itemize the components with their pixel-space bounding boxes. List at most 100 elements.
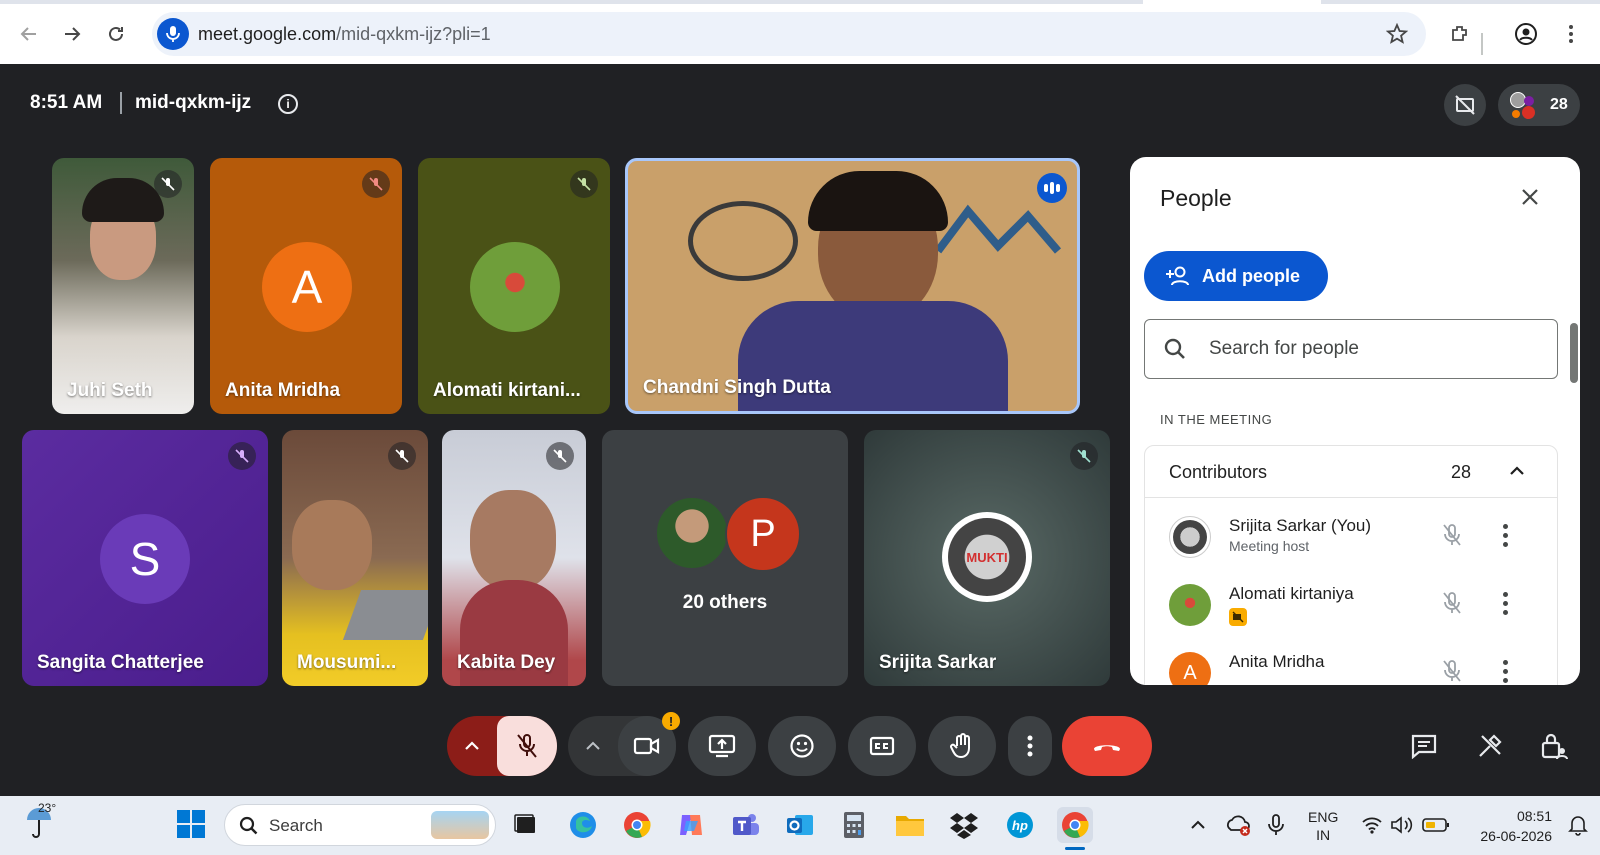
profile-icon[interactable] xyxy=(1512,20,1540,48)
more-options-icon[interactable] xyxy=(1503,592,1509,619)
participant-tile[interactable]: MUKTI Srijita Sarkar xyxy=(864,430,1110,686)
participant-name: Alomati kirtani... xyxy=(433,380,581,401)
participants-button[interactable]: 28 xyxy=(1498,84,1580,126)
camera-control-group: ! xyxy=(568,712,680,776)
mic-off-icon xyxy=(1441,658,1463,685)
microphone-tray-icon[interactable] xyxy=(1258,807,1294,843)
speaking-indicator-icon xyxy=(1037,173,1067,203)
taskbar-search[interactable]: Search xyxy=(224,804,496,846)
chevron-up-icon[interactable] xyxy=(1180,807,1216,843)
battery-icon[interactable] xyxy=(1418,807,1454,843)
reload-icon[interactable] xyxy=(102,20,130,48)
mic-options-chevron-icon[interactable] xyxy=(447,716,497,776)
url-text: meet.google.com/mid-qxkm-ijz?pli=1 xyxy=(198,24,491,45)
participant-tile[interactable]: S Sangita Chatterjee xyxy=(22,430,268,686)
mic-off-icon xyxy=(388,442,416,470)
file-explorer-task-view-icon[interactable] xyxy=(508,807,544,843)
chevron-up-icon[interactable] xyxy=(1509,464,1525,476)
reactions-button[interactable] xyxy=(768,716,836,776)
chrome-active-icon[interactable] xyxy=(1057,807,1093,850)
chat-button[interactable] xyxy=(1406,728,1442,764)
outlook-icon[interactable] xyxy=(782,807,818,843)
person-role: Meeting host xyxy=(1229,538,1310,554)
calculator-icon[interactable] xyxy=(836,807,872,843)
close-icon[interactable] xyxy=(1512,179,1548,215)
group-count: 28 xyxy=(1451,462,1472,482)
more-options-button[interactable] xyxy=(1008,716,1052,776)
hand-icon xyxy=(950,733,970,759)
people-panel: People Add people Search for people IN T… xyxy=(1130,157,1580,685)
host-controls-button[interactable] xyxy=(1536,728,1572,764)
mic-off-icon xyxy=(362,170,390,198)
clock[interactable]: 08:51 26-06-2026 xyxy=(1466,806,1552,846)
folder-icon[interactable] xyxy=(892,807,928,843)
mic-toggle-button[interactable] xyxy=(497,716,557,776)
back-arrow-icon[interactable] xyxy=(15,20,43,48)
captions-off-button[interactable] xyxy=(1444,84,1486,126)
activities-button[interactable] xyxy=(1472,728,1508,764)
participant-tile[interactable]: A Anita Mridha xyxy=(210,158,402,414)
panel-scrollbar[interactable] xyxy=(1570,323,1578,383)
start-button[interactable] xyxy=(176,809,206,844)
participant-tile[interactable]: Kabita Dey xyxy=(442,430,586,686)
mic-off-icon xyxy=(1441,522,1463,553)
avatar: P xyxy=(725,496,801,572)
region-code: IN xyxy=(1316,827,1331,843)
teams-icon[interactable] xyxy=(728,807,764,843)
participant-tile[interactable]: Alomati kirtani... xyxy=(418,158,610,414)
forward-arrow-icon[interactable] xyxy=(58,20,86,48)
present-screen-button[interactable] xyxy=(688,716,756,776)
participant-tile[interactable]: Mousumi... xyxy=(282,430,428,686)
notification-bell-icon[interactable] xyxy=(1560,807,1596,843)
copilot-icon[interactable] xyxy=(673,807,709,843)
leave-call-button[interactable] xyxy=(1062,716,1152,776)
participant-video xyxy=(688,201,798,281)
active-speaker-tile[interactable]: Chandni Singh Dutta xyxy=(625,158,1080,414)
camera-toggle-button[interactable]: ! xyxy=(618,712,680,776)
meeting-info-icon[interactable]: i xyxy=(278,94,298,114)
list-item[interactable]: Srijita Sarkar (You) Meeting host xyxy=(1145,506,1557,572)
chrome-icon[interactable] xyxy=(619,807,655,843)
captions-icon xyxy=(869,736,895,756)
search-people-input[interactable]: Search for people xyxy=(1144,319,1558,379)
volume-icon[interactable] xyxy=(1384,807,1420,843)
mic-control-group xyxy=(447,716,557,776)
participant-name: Srijita Sarkar xyxy=(879,652,997,673)
language-code: ENG xyxy=(1308,809,1339,825)
list-item[interactable]: Alomati kirtaniya xyxy=(1145,574,1557,640)
avatar: A xyxy=(262,242,352,332)
weather-widget[interactable]: 23° xyxy=(24,801,56,845)
list-item[interactable]: A Anita Mridha xyxy=(1145,642,1557,685)
raise-hand-button[interactable] xyxy=(928,716,996,776)
address-bar[interactable]: meet.google.com/mid-qxkm-ijz?pli=1 xyxy=(152,12,1426,56)
taskbar-search-label: Search xyxy=(269,816,323,835)
mic-off-icon xyxy=(154,170,182,198)
onedrive-error-icon[interactable] xyxy=(1220,807,1256,843)
participant-tile[interactable]: Juhi Seth xyxy=(52,158,194,414)
more-options-icon[interactable] xyxy=(1503,524,1509,551)
edge-icon[interactable] xyxy=(565,807,601,843)
captions-button[interactable] xyxy=(848,716,916,776)
others-tile[interactable]: P 20 others xyxy=(602,430,848,686)
hp-icon[interactable]: hp xyxy=(1002,807,1038,843)
contributors-group: Contributors 28 Srijita Sarkar (You) Mee… xyxy=(1144,445,1558,685)
bookmark-star-icon[interactable] xyxy=(1385,22,1409,50)
extensions-icon[interactable] xyxy=(1446,20,1474,48)
browser-menu-icon[interactable] xyxy=(1557,20,1585,48)
toolbar-divider xyxy=(1481,33,1483,55)
language-indicator[interactable]: ENG IN xyxy=(1308,808,1338,844)
tools-icon xyxy=(1479,734,1502,757)
more-options-icon[interactable] xyxy=(1503,660,1509,685)
participant-laptop xyxy=(342,590,428,640)
mic-permission-icon[interactable] xyxy=(157,18,189,50)
avatar xyxy=(655,496,729,570)
active-tab[interactable] xyxy=(1143,0,1321,4)
dropbox-icon[interactable] xyxy=(946,807,982,843)
add-people-button[interactable]: Add people xyxy=(1144,251,1328,301)
camera-options-chevron-icon[interactable] xyxy=(568,716,618,776)
warning-badge-icon: ! xyxy=(662,712,680,730)
avatar xyxy=(470,242,560,332)
contributors-header[interactable]: Contributors 28 xyxy=(1145,446,1557,498)
search-icon xyxy=(1164,338,1185,359)
participant-video xyxy=(292,500,372,590)
